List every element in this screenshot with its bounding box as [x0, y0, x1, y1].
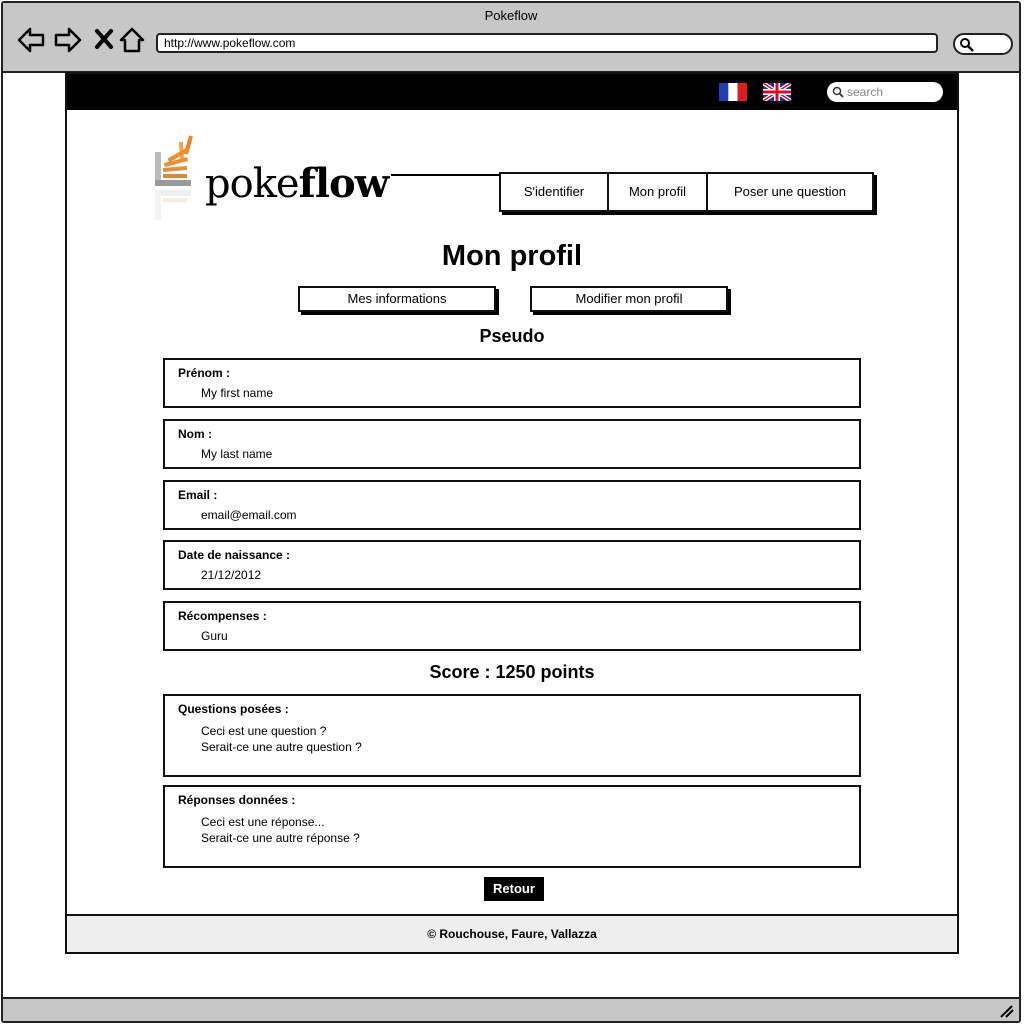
browser-search-field[interactable] — [953, 33, 1013, 55]
logo-text-light: poke — [205, 161, 300, 207]
stop-x-icon[interactable] — [90, 25, 120, 55]
rewards-label: Récompenses : — [178, 609, 267, 623]
back-arrow-icon[interactable] — [16, 25, 46, 55]
window-title: Pokeflow — [484, 8, 538, 23]
firstname-value: My first name — [201, 386, 274, 400]
pokeflow-logo[interactable]: pokeflow — [151, 132, 509, 247]
tab-my-information[interactable]: Mes informations — [298, 286, 496, 312]
menu-ask-question[interactable]: Poser une question — [708, 174, 872, 210]
logo-underline — [391, 174, 509, 176]
browser-titlebar: Pokeflow http://www.pokeflow.com — [3, 3, 1019, 73]
answers-label: Réponses données : — [178, 793, 296, 807]
rewards-panel: Récompenses : Guru — [163, 601, 861, 651]
french-flag-icon[interactable] — [719, 83, 747, 101]
logo-stack-icon — [155, 135, 193, 220]
footer: © Rouchouse, Faure, Vallazza — [67, 914, 957, 952]
resize-grip-icon[interactable] — [999, 1004, 1015, 1018]
magnifier-icon — [960, 38, 974, 52]
uk-flag-icon[interactable] — [761, 81, 793, 103]
email-panel: Email : email@email.com — [163, 480, 861, 530]
tab-edit-profile[interactable]: Modifier mon profil — [530, 286, 728, 312]
menu-login[interactable]: S'identifier — [501, 174, 609, 210]
email-value: email@email.com — [201, 508, 297, 522]
menu-profile[interactable]: Mon profil — [609, 174, 708, 210]
firstname-panel: Prénom : My first name — [163, 358, 861, 408]
username-heading: Pseudo — [479, 326, 545, 346]
answers-panel: Réponses données : Ceci est une réponse.… — [163, 785, 861, 868]
firstname-label: Prénom : — [178, 366, 231, 380]
top-band: search — [67, 74, 957, 110]
lastname-label: Nom : — [178, 427, 212, 441]
main-menu: S'identifier Mon profil Poser une questi… — [499, 172, 874, 212]
birthdate-label: Date de naissance : — [178, 548, 291, 562]
url-bar[interactable]: http://www.pokeflow.com — [156, 33, 938, 53]
questions-label: Questions posées : — [178, 702, 289, 716]
answer-link[interactable]: Ceci est une réponse... — [201, 814, 360, 830]
home-icon[interactable] — [117, 25, 147, 55]
page-title: Mon profil — [441, 240, 583, 272]
question-link[interactable]: Serait-ce une autre question ? — [201, 739, 362, 755]
birthdate-value: 21/12/2012 — [201, 568, 262, 582]
search-placeholder: search — [847, 85, 884, 99]
rewards-value: Guru — [201, 629, 228, 643]
lastname-panel: Nom : My last name — [163, 419, 861, 469]
back-button[interactable]: Retour — [484, 877, 544, 901]
lastname-value: My last name — [201, 447, 273, 461]
logo-text-bold: flow — [298, 160, 390, 207]
questions-panel: Questions posées : Ceci est une question… — [163, 694, 861, 777]
score-heading: Score : 1250 points — [429, 662, 595, 682]
search-icon — [832, 86, 844, 98]
logo-wordmark: pokeflow — [205, 160, 390, 207]
question-link[interactable]: Ceci est une question ? — [201, 723, 362, 739]
browser-statusbar — [3, 997, 1019, 1021]
site-search-input[interactable]: search — [827, 82, 943, 102]
web-page: search pokeflow S'identifier Mon profil … — [65, 72, 959, 954]
email-label: Email : — [178, 488, 218, 502]
birthdate-panel: Date de naissance : 21/12/2012 — [163, 540, 861, 590]
forward-arrow-icon[interactable] — [53, 25, 83, 55]
answer-link[interactable]: Serait-ce une autre réponse ? — [201, 830, 360, 846]
